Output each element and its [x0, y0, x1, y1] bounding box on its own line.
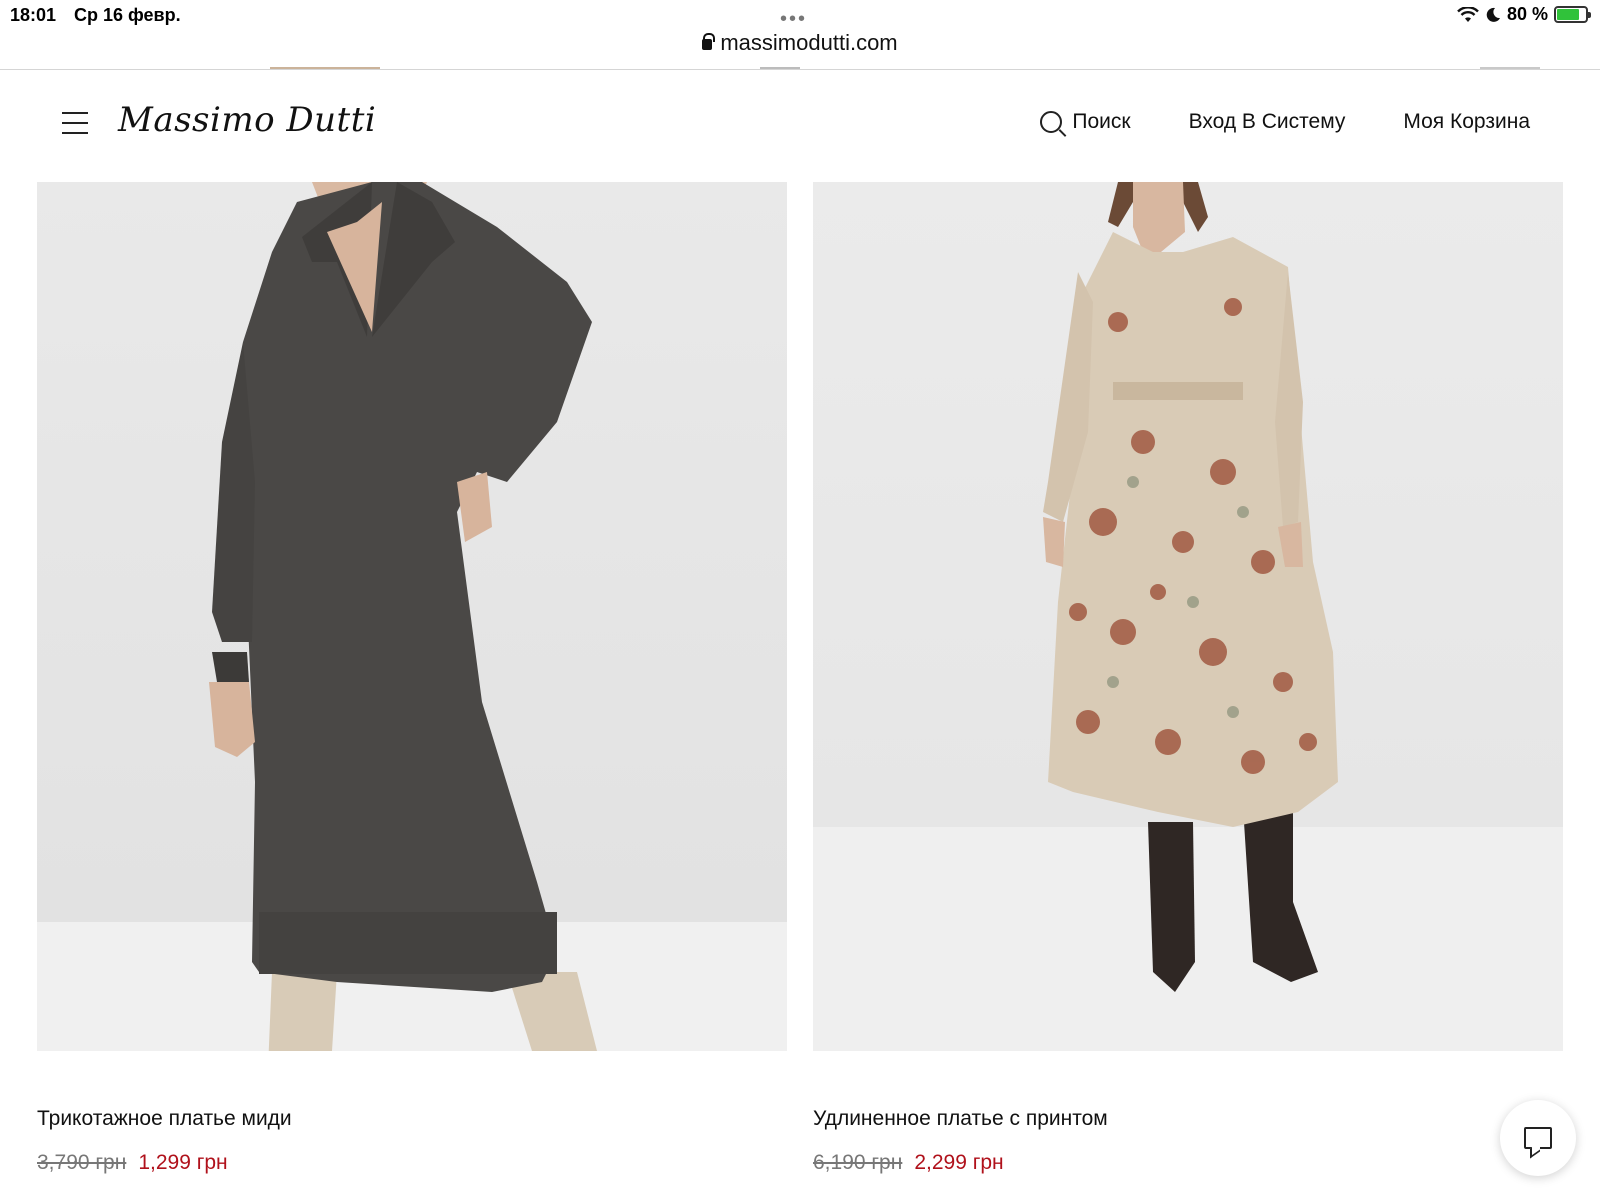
price-sale: 1,299 грн [138, 1151, 228, 1174]
header-nav: Поиск Вход В Систему Моя Корзина [1040, 110, 1530, 134]
product-card[interactable]: Трикотажное платье миди 3,790 грн 1,299 … [37, 182, 787, 1175]
multitasking-dots-icon[interactable]: ••• [780, 8, 807, 31]
product-image[interactable] [37, 182, 787, 1051]
product-name[interactable]: Трикотажное платье миди [37, 1107, 787, 1131]
chat-button[interactable] [1500, 1100, 1576, 1176]
url-text: massimodutti.com [720, 30, 898, 55]
wifi-icon [1457, 6, 1479, 22]
status-bar: 18:01 Ср 16 февр. ••• 80 % [0, 0, 1600, 30]
price-original: 3,790 грн [37, 1151, 127, 1174]
site-header: Massimo Dutti Поиск Вход В Систему Моя К… [0, 70, 1600, 180]
search-button[interactable]: Поиск [1040, 110, 1131, 134]
search-label: Поиск [1072, 110, 1131, 133]
status-date: Ср 16 февр. [74, 5, 181, 25]
cart-link[interactable]: Моя Корзина [1403, 110, 1530, 134]
address-bar[interactable]: massimodutti.com [0, 30, 1600, 70]
hamburger-menu-icon[interactable] [62, 112, 88, 134]
floral-dress-photo [813, 182, 1563, 1051]
price-row: 3,790 грн 1,299 грн [37, 1151, 787, 1175]
battery-percent: 80 % [1506, 4, 1548, 24]
knit-dress-photo [37, 182, 787, 1051]
chat-bubble-icon [1524, 1127, 1552, 1149]
battery-fill [1557, 9, 1580, 20]
price-sale: 2,299 грн [914, 1151, 1004, 1174]
login-link[interactable]: Вход В Систему [1189, 110, 1346, 134]
lock-icon [702, 33, 716, 50]
search-icon [1040, 111, 1063, 133]
price-original: 6,190 грн [813, 1151, 903, 1174]
price-row: 6,190 грн 2,299 грн [813, 1151, 1563, 1175]
product-name[interactable]: Удлиненное платье с принтом [813, 1107, 1563, 1131]
product-image[interactable] [813, 182, 1563, 1051]
moon-icon [1486, 7, 1500, 22]
status-indicators: 80 % [1457, 4, 1591, 25]
status-time: 18:01 [10, 5, 57, 25]
battery-icon [1554, 6, 1591, 23]
brand-logo[interactable]: Massimo Dutti [118, 100, 376, 140]
product-card[interactable]: Удлиненное платье с принтом 6,190 грн 2,… [813, 182, 1563, 1175]
